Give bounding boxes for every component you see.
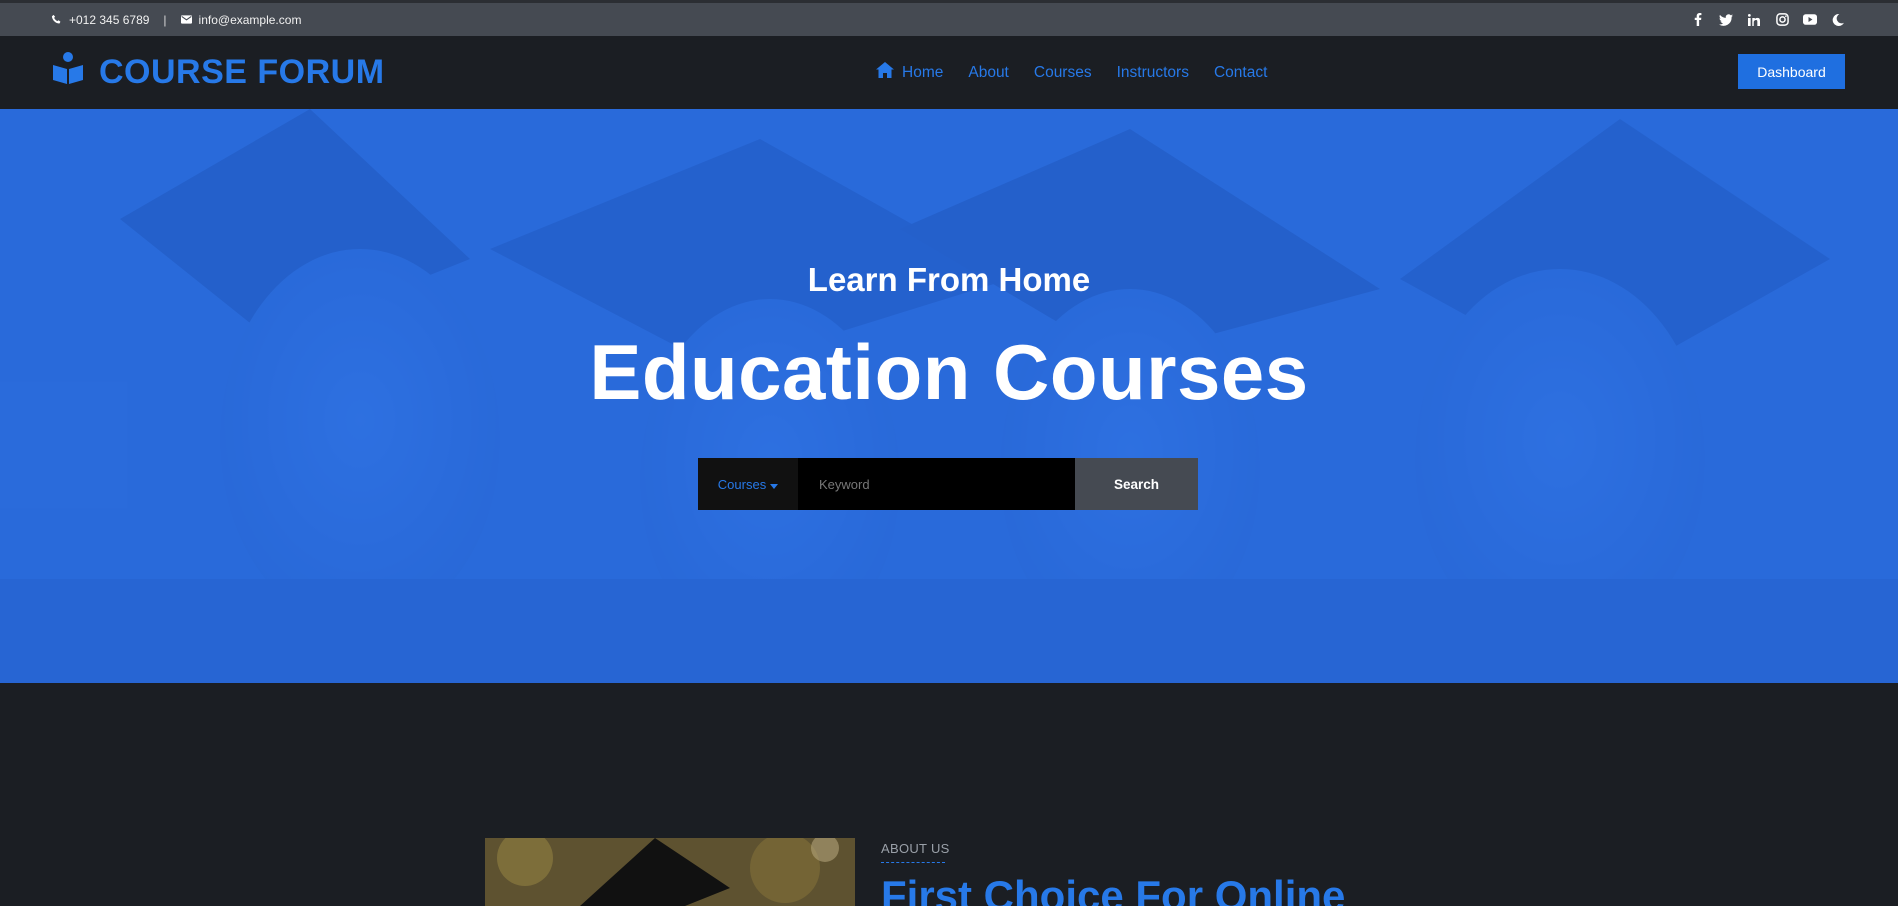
contact-info: +012 345 6789 | info@example.com — [51, 13, 301, 27]
brand-logo[interactable]: COURSE FORUM — [51, 51, 385, 94]
phone-icon — [51, 14, 62, 25]
instagram-icon[interactable] — [1775, 13, 1789, 27]
envelope-icon — [180, 15, 192, 24]
about-image — [485, 838, 855, 906]
caret-down-icon — [770, 477, 779, 492]
moon-icon[interactable] — [1831, 13, 1845, 27]
keyword-input[interactable] — [798, 458, 1075, 510]
dashboard-button[interactable]: Dashboard — [1738, 54, 1845, 89]
top-info-bar: +012 345 6789 | info@example.com — [0, 0, 1898, 36]
hero-content: Learn From Home Education Courses Course… — [0, 109, 1898, 683]
phone-number[interactable]: +012 345 6789 — [69, 13, 149, 27]
home-icon — [876, 62, 894, 83]
nav-courses[interactable]: Courses — [1034, 64, 1092, 82]
search-button[interactable]: Search — [1075, 458, 1198, 510]
hero-title: Education Courses — [589, 328, 1309, 416]
hero-subtitle: Learn From Home — [807, 261, 1091, 298]
nav-about[interactable]: About — [968, 64, 1009, 82]
brand-name: COURSE FORUM — [99, 53, 385, 91]
facebook-icon[interactable] — [1691, 13, 1705, 27]
nav-instructors[interactable]: Instructors — [1117, 64, 1189, 82]
hero-section: Learn From Home Education Courses Course… — [0, 109, 1898, 683]
course-search-bar: Courses Search — [698, 458, 1198, 510]
youtube-icon[interactable] — [1803, 13, 1817, 27]
about-section-label: ABOUT US — [881, 841, 950, 856]
about-title: First Choice For Online — [881, 872, 1346, 906]
linkedin-icon[interactable] — [1747, 13, 1761, 27]
nav-home[interactable]: Home — [876, 62, 943, 83]
about-label-underline — [881, 862, 945, 863]
phone-item: +012 345 6789 — [51, 13, 149, 27]
email-item: info@example.com — [180, 13, 302, 27]
reader-icon — [51, 51, 85, 94]
category-dropdown[interactable]: Courses — [698, 458, 798, 510]
email-address[interactable]: info@example.com — [199, 13, 302, 27]
nav-contact[interactable]: Contact — [1214, 64, 1267, 82]
social-links — [1691, 13, 1845, 27]
main-navbar: COURSE FORUM Home About Courses Instruct… — [0, 36, 1898, 109]
main-menu: Home About Courses Instructors Contact — [876, 36, 1267, 109]
nav-home-label: Home — [902, 63, 944, 81]
twitter-icon[interactable] — [1719, 13, 1733, 27]
category-dropdown-label: Courses — [717, 476, 767, 492]
contact-separator: | — [163, 12, 167, 27]
